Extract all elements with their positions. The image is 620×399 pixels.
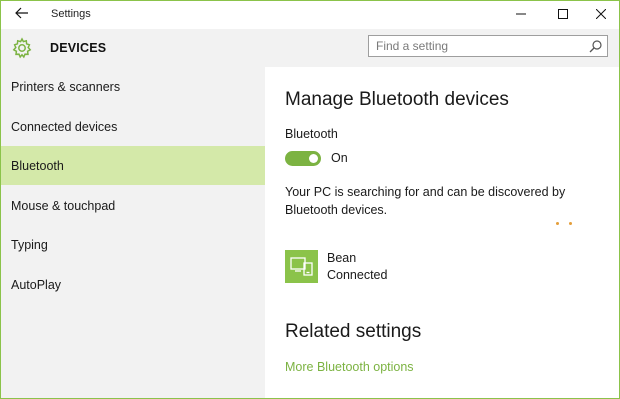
sidebar-item-label: Mouse & touchpad: [11, 198, 116, 213]
bluetooth-toggle[interactable]: [285, 151, 321, 166]
discovery-description: Your PC is searching for and can be disc…: [285, 185, 566, 217]
sidebar-item-label: Typing: [11, 237, 48, 252]
sidebar-item-label: Printers & scanners: [11, 79, 121, 94]
close-button[interactable]: [581, 1, 619, 29]
progress-dot: [569, 222, 572, 225]
toggle-knob: [309, 154, 318, 163]
back-button[interactable]: [7, 4, 37, 26]
minimize-button[interactable]: [501, 1, 541, 29]
back-arrow-icon: [15, 6, 29, 24]
search-placeholder: Find a setting: [376, 39, 449, 53]
settings-window: Settings DEVICES Find a setting Printers…: [0, 0, 620, 399]
more-bluetooth-options-link[interactable]: More Bluetooth options: [285, 360, 414, 374]
paired-device-icon: [285, 250, 318, 283]
search-input[interactable]: Find a setting: [368, 35, 608, 57]
sidebar-item-bluetooth[interactable]: Bluetooth: [1, 146, 265, 185]
sidebar-item-typing[interactable]: Typing: [1, 225, 265, 264]
gear-icon: [11, 37, 33, 59]
sidebar-item-label: AutoPlay: [11, 277, 62, 292]
page-title: DEVICES: [50, 41, 107, 55]
page-header: DEVICES Find a setting: [1, 29, 619, 67]
sidebar: Printers & scanners Connected devices Bl…: [1, 67, 265, 398]
bluetooth-label: Bluetooth: [285, 127, 338, 141]
toggle-state-label: On: [331, 151, 348, 165]
device-name: Bean: [327, 251, 357, 265]
sidebar-item-printers-scanners[interactable]: Printers & scanners: [1, 67, 265, 106]
sidebar-item-connected-devices[interactable]: Connected devices: [1, 107, 265, 146]
sidebar-item-mouse-touchpad[interactable]: Mouse & touchpad: [1, 186, 265, 225]
main-content: Manage Bluetooth devices Bluetooth On Yo…: [265, 67, 619, 398]
minimize-icon: [516, 6, 526, 24]
maximize-icon: [558, 6, 568, 24]
sidebar-item-label: Bluetooth: [11, 158, 64, 173]
maximize-button[interactable]: [543, 1, 583, 29]
search-icon[interactable]: [589, 39, 603, 53]
sidebar-item-label: Connected devices: [11, 119, 118, 134]
device-status: Connected: [327, 268, 388, 282]
progress-dot: [556, 222, 559, 225]
related-settings-title: Related settings: [285, 321, 422, 342]
close-icon: [595, 6, 607, 24]
window-title: Settings: [51, 8, 91, 20]
device-list-item[interactable]: Bean Connected: [285, 250, 485, 286]
title-bar: Settings: [1, 1, 619, 29]
section-title: Manage Bluetooth devices: [285, 89, 509, 110]
sidebar-item-autoplay[interactable]: AutoPlay: [1, 265, 265, 304]
searching-progress-dots: [556, 222, 576, 228]
